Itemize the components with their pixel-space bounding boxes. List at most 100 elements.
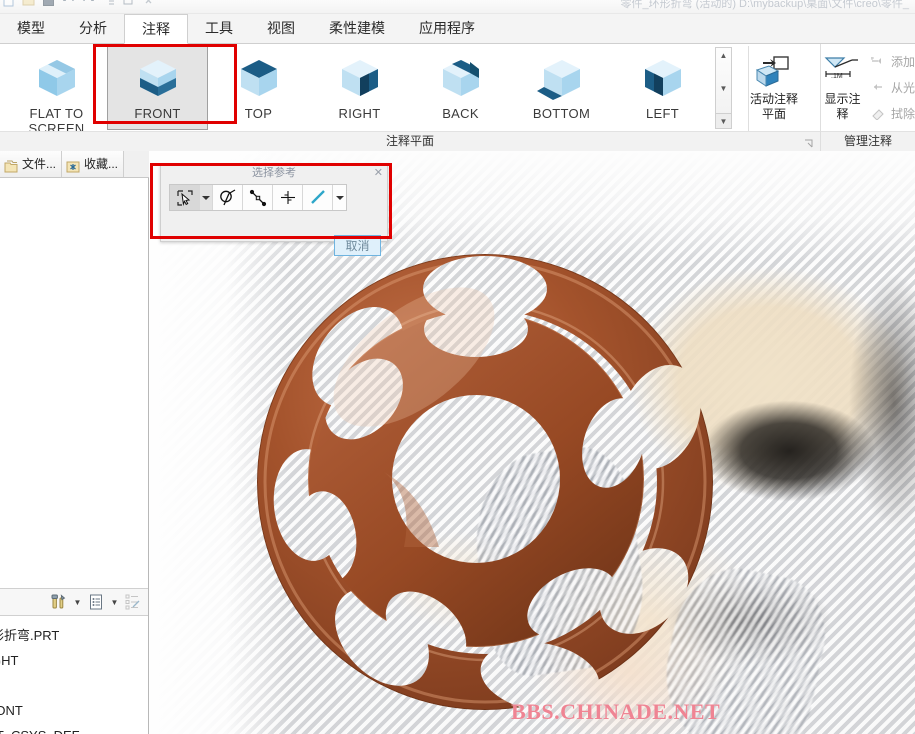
redo-icon[interactable] (82, 0, 95, 7)
tree-item-top[interactable] (0, 673, 148, 698)
cube-top-icon (234, 56, 284, 100)
view-button-flat-to-screen[interactable]: FLAT TO SCREEN (6, 46, 107, 136)
select-reference-toolbar (169, 184, 347, 211)
navigator-tab-favorites-label: 收藏... (84, 157, 119, 171)
select-reference-dialog-titlebar[interactable]: 选择参考 ✕ (161, 165, 387, 181)
close-icon[interactable] (142, 0, 155, 7)
navigator-tab-files-label: 文件... (22, 157, 57, 171)
tab-analysis[interactable]: 分析 (62, 14, 124, 44)
ribbon-group-manage-annotations: .1M 显示注释 添加 从光 拭除 管理注释 (820, 44, 915, 151)
save-icon[interactable] (42, 0, 55, 7)
quick-access-toolbar: 零件_环形折弯 (活动的) D:\mybackup\桌面\文件\creo\零件_ (0, 0, 915, 14)
navigator-tab-favorites[interactable]: 收藏... (62, 151, 125, 177)
watermark-text: BBS.CHINADE.NET (511, 699, 721, 724)
erase-annotation-command[interactable]: 拭除 (864, 100, 915, 126)
cube-left-icon (638, 56, 688, 100)
from-annotation-command[interactable]: 从光 (864, 74, 915, 100)
open-folder-icon[interactable] (22, 0, 35, 7)
model-tree: 环形折弯.PRT RIGHT FRONT PRT_CSYS_DEF (0, 616, 148, 734)
regenerate-icon[interactable] (102, 0, 115, 7)
cube-back-icon (436, 56, 486, 100)
new-file-icon[interactable] (2, 0, 15, 7)
cube-bottom-icon (536, 56, 587, 100)
select-reference-dialog[interactable]: 选择参考 ✕ 取消 (160, 164, 388, 256)
tab-applications[interactable]: 应用程序 (402, 14, 492, 44)
arc-tangent-icon[interactable] (213, 185, 243, 210)
view-button-right-label: RIGHT (338, 106, 381, 121)
show-annotation-button[interactable]: .1M 显示注释 (821, 46, 864, 130)
tree-item-part[interactable]: 环形折弯.PRT (0, 623, 148, 648)
tab-flexible-modeling[interactable]: 柔性建模 (312, 14, 402, 44)
line-icon[interactable] (303, 185, 333, 210)
view-button-back-label: BACK (442, 106, 479, 121)
cancel-button[interactable]: 取消 (334, 235, 381, 256)
view-button-top[interactable]: TOP (208, 46, 309, 130)
dialog-launcher-icon[interactable] (804, 136, 814, 148)
view-button-left-label: LEFT (646, 106, 679, 121)
ribbon-group-annotation-plane: FLAT TO SCREEN FRONT TOP RIGHT BACK BOTT… (0, 44, 820, 151)
gallery-scroll-up-button[interactable]: ▲ (716, 48, 731, 63)
model-tree-toolbar: ▼ ▼ (0, 588, 148, 616)
erase-icon (870, 106, 886, 121)
ribbon-tab-bar: 模型 分析 注释 工具 视图 柔性建模 应用程序 (0, 14, 915, 44)
navigator-tab-files[interactable]: 文件... (0, 151, 63, 177)
active-annotation-plane-button[interactable]: 活动注释 平面 (742, 46, 806, 130)
model-geometry (256, 253, 714, 711)
display-list-icon[interactable] (85, 592, 107, 612)
navigator-panel: 文件... 收藏... ▼ ▼ 折弯.PRT HT ONT (0, 151, 149, 734)
from-annotation-label: 从光 (890, 80, 915, 95)
gallery-scroll-down-button[interactable]: ▼ (716, 81, 731, 96)
model-ring-bend-part[interactable] (254, 247, 716, 717)
select-reference-dialog-title: 选择参考 (252, 167, 296, 179)
ribbon: FLAT TO SCREEN FRONT TOP RIGHT BACK BOTT… (0, 44, 915, 151)
manage-annotations-small-commands: 添加 从光 拭除 (864, 44, 915, 126)
view-button-bottom-label: BOTTOM (532, 106, 591, 121)
cube-flat-to-screen-icon (32, 56, 82, 100)
point-to-point-icon[interactable] (243, 185, 273, 210)
view-button-left[interactable]: LEFT (612, 46, 713, 130)
view-button-back[interactable]: BACK (410, 46, 511, 130)
view-button-top-label: TOP (244, 106, 273, 121)
view-button-bottom[interactable]: BOTTOM (511, 46, 612, 130)
tree-item-front[interactable]: FRONT (0, 698, 148, 723)
tab-tools[interactable]: 工具 (188, 14, 250, 44)
navigator-body: ▼ ▼ 折弯.PRT HT ONT (0, 178, 148, 734)
view-button-right[interactable]: RIGHT (309, 46, 410, 130)
gallery-expand-button[interactable]: ▼ (716, 113, 731, 128)
from-icon (870, 80, 886, 94)
tree-item-right[interactable]: RIGHT (0, 648, 148, 673)
settings-tools-icon[interactable] (48, 592, 70, 612)
tab-view[interactable]: 视图 (250, 14, 312, 44)
quick-access-icons (2, 0, 155, 7)
svg-text:.1M: .1M (831, 73, 843, 80)
add-annotation-label: 添加 (890, 54, 915, 69)
line-dropdown-caret-icon[interactable] (333, 185, 346, 210)
cube-front-icon (133, 56, 183, 100)
tab-annotation[interactable]: 注释 (124, 14, 188, 44)
tab-model[interactable]: 模型 (0, 14, 62, 44)
ribbon-group-annotation-plane-label: 注释平面 (0, 131, 820, 151)
show-annotation-icon: .1M (822, 54, 862, 88)
window-title: 零件_环形折弯 (活动的) D:\mybackup\桌面\文件\creo\零件_ (620, 0, 910, 10)
favorites-icon (66, 157, 81, 173)
crosshair-icon[interactable] (273, 185, 303, 210)
undo-icon[interactable] (62, 0, 75, 7)
window-icon[interactable] (122, 0, 135, 7)
ribbon-gallery-scrollbar[interactable]: ▲ ▼ ▼ (715, 47, 732, 129)
application-window: 零件_环形折弯 (活动的) D:\mybackup\桌面\文件\creo\零件_… (0, 0, 915, 734)
add-annotation-command[interactable]: 添加 (864, 48, 915, 74)
active-annotation-plane-icon (754, 54, 794, 88)
show-annotation-label: 显示注释 (824, 92, 861, 121)
select-cursor-dropdown-caret-icon[interactable] (200, 185, 213, 210)
tree-filter-icon[interactable] (122, 592, 144, 612)
settings-tools-caret-icon[interactable]: ▼ (72, 593, 83, 611)
select-cursor-icon[interactable] (170, 185, 200, 210)
tree-item-csys[interactable]: PRT_CSYS_DEF (0, 723, 148, 734)
active-annotation-plane-label: 活动注释 平面 (749, 92, 798, 121)
display-list-caret-icon[interactable]: ▼ (109, 593, 120, 611)
add-icon (870, 54, 886, 68)
close-icon[interactable]: ✕ (374, 166, 383, 180)
folder-file-icon (4, 157, 19, 173)
ribbon-group-manage-annotations-label: 管理注释 (821, 131, 915, 151)
view-button-front[interactable]: FRONT (107, 46, 208, 130)
